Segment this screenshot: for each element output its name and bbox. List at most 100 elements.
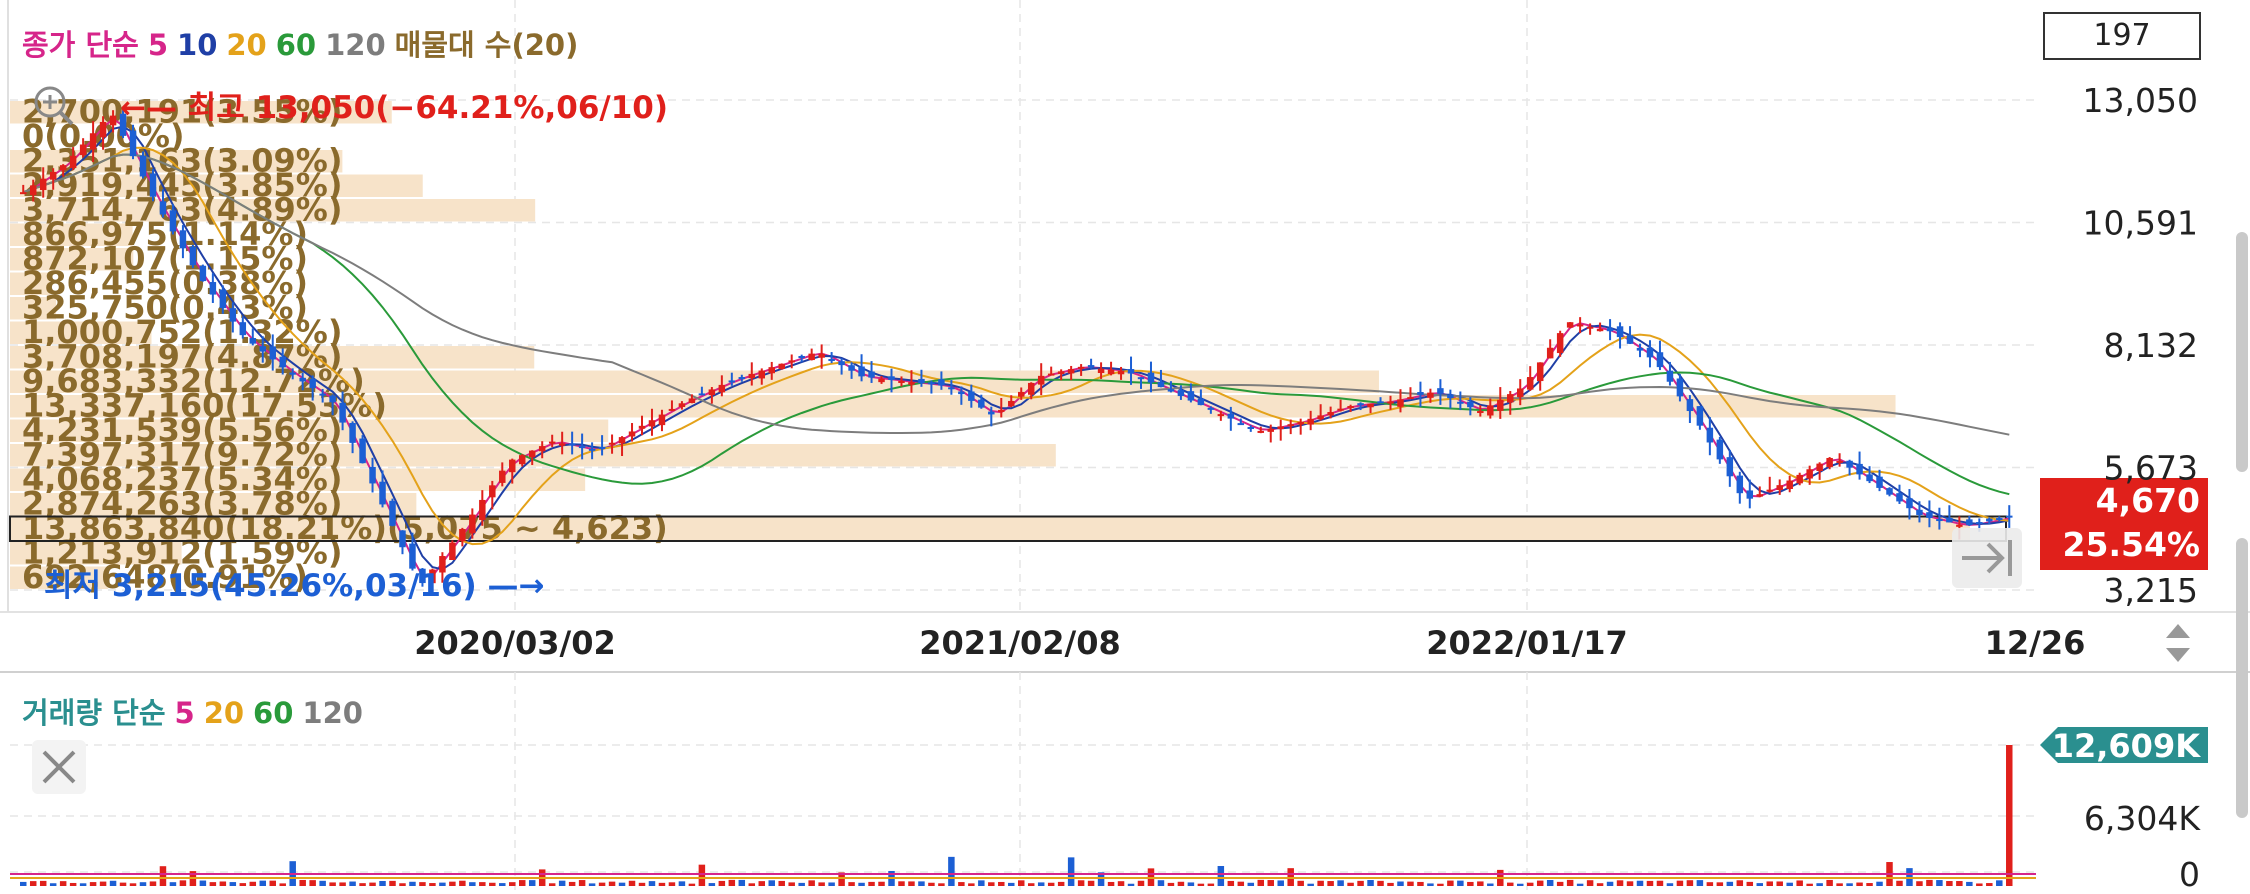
candle-body-34 (359, 438, 366, 464)
volume-bar-18 (199, 880, 207, 886)
volume-bar-153 (1546, 879, 1554, 886)
volume-axis-label-1: 6,304K (2084, 799, 2201, 838)
volume-legend-item-0[interactable]: 거래량 단순 (22, 696, 166, 730)
candle-body-102 (1037, 375, 1045, 385)
candle-body-54 (558, 443, 566, 446)
candle-body-99 (1008, 400, 1015, 406)
candle-body-194 (1956, 524, 1963, 527)
candle-body-17 (189, 246, 197, 266)
price-scrollbar[interactable] (2236, 232, 2248, 472)
candle-body-9 (109, 115, 117, 126)
price-legend-item-1[interactable]: 5 (148, 28, 168, 62)
volume-bar-36 (379, 880, 386, 886)
volume-bar-22 (239, 883, 247, 886)
candle-body-103 (1047, 373, 1055, 376)
zoom-in-icon[interactable] (30, 82, 76, 128)
price-legend-item-6[interactable]: 매물대 수(20) (395, 28, 579, 62)
candle-body-176 (1776, 485, 1783, 490)
volume-axis-label-2: 0 (2179, 855, 2200, 894)
volume-bar-69 (708, 883, 716, 886)
stock-chart[interactable]: 2,700,191(3.55%)0(0.00%)2,351,163(3.09%)… (0, 0, 2250, 894)
price-legend-item-4[interactable]: 60 (276, 28, 316, 62)
volume-bar-15 (169, 882, 177, 886)
candle-count-box[interactable]: 197 (2043, 12, 2201, 60)
volume-scrollbar[interactable] (2236, 538, 2248, 818)
candle-body-161 (1626, 335, 1634, 344)
volume-bar-192 (1936, 880, 1943, 886)
price-legend-item-0[interactable]: 종가 단순 (22, 28, 139, 62)
candle-body-178 (1796, 474, 1803, 484)
volume-bar-92 (938, 883, 945, 886)
volume-bar-176 (1776, 881, 1783, 886)
volume-bar-154 (1556, 881, 1564, 886)
candle-body-0 (20, 192, 27, 195)
candle-body-19 (209, 282, 217, 295)
volume-bar-75 (768, 880, 775, 886)
price-legend-item-5[interactable]: 120 (325, 28, 386, 62)
candle-body-68 (698, 393, 706, 396)
candle-body-171 (1726, 457, 1734, 477)
jump-to-latest-icon[interactable] (1952, 528, 2022, 588)
candle-body-44 (459, 528, 466, 542)
candle-body-137 (1387, 401, 1394, 404)
candle-body-165 (1666, 370, 1674, 382)
volume-bar-33 (349, 881, 356, 886)
candle-body-31 (329, 395, 336, 403)
volume-bar-170 (1716, 882, 1724, 886)
volume-bar-83 (848, 882, 855, 886)
volume-legend-item-4[interactable]: 120 (302, 696, 363, 730)
volume-bar-90 (918, 881, 925, 886)
candle-body-28 (299, 377, 306, 382)
price-axis-label-1: 10,591 (2083, 204, 2198, 243)
volume-bar-177 (1786, 882, 1793, 886)
price-legend-item-3[interactable]: 20 (226, 28, 266, 62)
candle-body-96 (978, 399, 985, 408)
candle-body-143 (1447, 394, 1454, 399)
candle-body-87 (888, 376, 895, 380)
volume-bar-66 (678, 881, 686, 886)
candle-body-197 (1986, 518, 1993, 522)
candle-body-67 (688, 398, 696, 403)
volume-legend-item-2[interactable]: 20 (204, 696, 244, 730)
candle-body-146 (1477, 411, 1484, 414)
volume-bar-186 (1876, 881, 1883, 886)
candle-body-196 (1976, 522, 1983, 525)
candle-body-151 (1526, 377, 1534, 390)
volume-bar-198 (1996, 880, 2003, 886)
candle-body-173 (1746, 490, 1754, 499)
candle-body-177 (1786, 480, 1793, 489)
close-icon[interactable] (32, 740, 86, 794)
candle-body-81 (828, 359, 835, 362)
volume-bar-50 (519, 880, 526, 886)
volume-bar-62 (638, 882, 646, 886)
candle-body-20 (219, 289, 227, 309)
candle-body-160 (1616, 326, 1624, 338)
candle-body-55 (568, 443, 576, 446)
candle-body-76 (778, 363, 785, 370)
price-legend[interactable]: 종가 단순 5 10 20 60 120 매물대 수(20) (22, 22, 587, 64)
candle-body-82 (838, 361, 845, 366)
volume-bar-2 (39, 880, 47, 886)
volume-bar-109 (1107, 881, 1115, 886)
sort-arrows-icon[interactable] (2160, 620, 2196, 666)
volume-bar-190 (1916, 881, 1923, 886)
volume-bar-135 (1367, 880, 1374, 886)
price-axis-label-0: 13,050 (2083, 81, 2198, 120)
volume-legend-item-3[interactable]: 60 (253, 696, 293, 730)
candle-body-23 (249, 338, 257, 344)
candle-body-35 (369, 466, 376, 484)
candle-body-30 (319, 393, 326, 396)
candle-body-91 (928, 382, 935, 385)
volume-legend-item-1[interactable]: 5 (175, 696, 195, 730)
volume-bar-102 (1037, 882, 1045, 886)
volume-bar-166 (1676, 880, 1684, 886)
price-legend-item-2[interactable]: 10 (177, 28, 217, 62)
volume-bar-130 (1317, 880, 1324, 886)
volume-legend[interactable]: 거래량 단순 5 20 60 120 (22, 690, 372, 732)
volume-bar-115 (1167, 882, 1175, 886)
volume-bar-138 (1397, 881, 1404, 886)
volume-bar-1 (29, 881, 37, 886)
candle-body-117 (1187, 391, 1195, 401)
candle-body-69 (708, 389, 716, 396)
candle-body-59 (608, 442, 616, 445)
